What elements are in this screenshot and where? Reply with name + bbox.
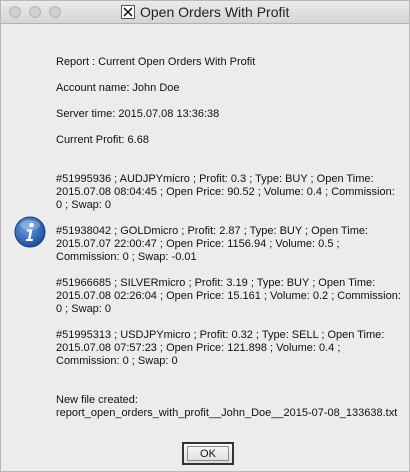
order-entry: #51995313 ; USDJPYmicro ; Profit: 0.32 ;… [56, 329, 385, 367]
window-title: Open Orders With Profit [140, 4, 290, 20]
dialog-window: Open Orders With Profit Report : Current… [0, 0, 410, 472]
order-entry: #51966685 ; SILVERmicro ; Profit: 3.19 ;… [56, 277, 401, 315]
ok-button-label: OK [187, 446, 229, 461]
report-title: Report : Current Open Orders With Profit [56, 56, 256, 68]
new-file-name: report_open_orders_with_profit__John_Doe… [56, 407, 398, 419]
zoom-window-button[interactable] [49, 6, 61, 18]
account-name: Account name: John Doe [56, 82, 180, 94]
ok-button[interactable]: OK [182, 442, 234, 465]
message-content: Report : Current Open Orders With Profit… [56, 56, 401, 420]
order-entry: #51995936 ; AUDJPYmicro ; Profit: 0.3 ; … [56, 173, 395, 211]
info-icon [14, 216, 46, 248]
order-entry: #51938042 ; GOLDmicro ; Profit: 2.87 ; T… [56, 225, 369, 263]
window-title-group: Open Orders With Profit [121, 4, 289, 20]
minimize-window-button[interactable] [29, 6, 41, 18]
title-bar[interactable]: Open Orders With Profit [1, 1, 409, 24]
close-window-button[interactable] [9, 6, 21, 18]
x-window-icon [121, 5, 135, 19]
current-profit: Current Profit: 6.68 [56, 134, 149, 146]
server-time: Server time: 2015.07.08 13:36:38 [56, 108, 220, 120]
new-file-label: New file created: [56, 394, 138, 406]
